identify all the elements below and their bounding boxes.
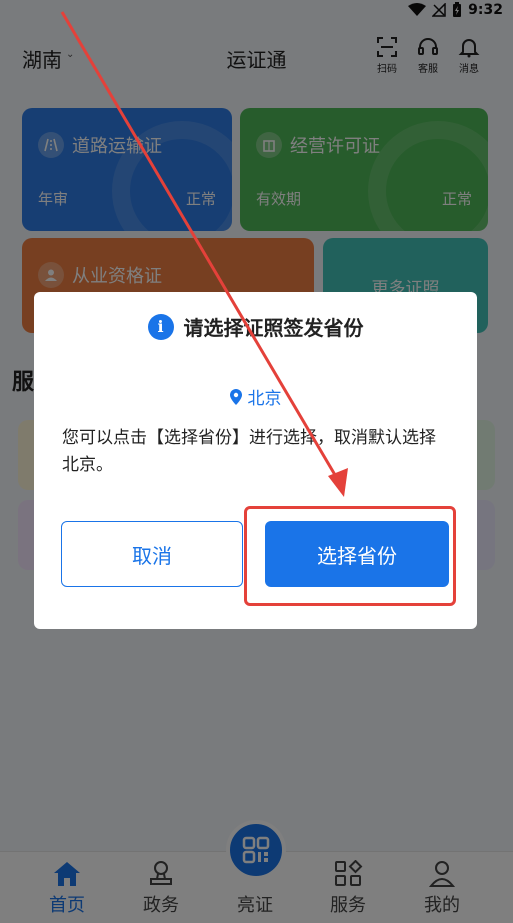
annotation-arrow [60,11,348,497]
